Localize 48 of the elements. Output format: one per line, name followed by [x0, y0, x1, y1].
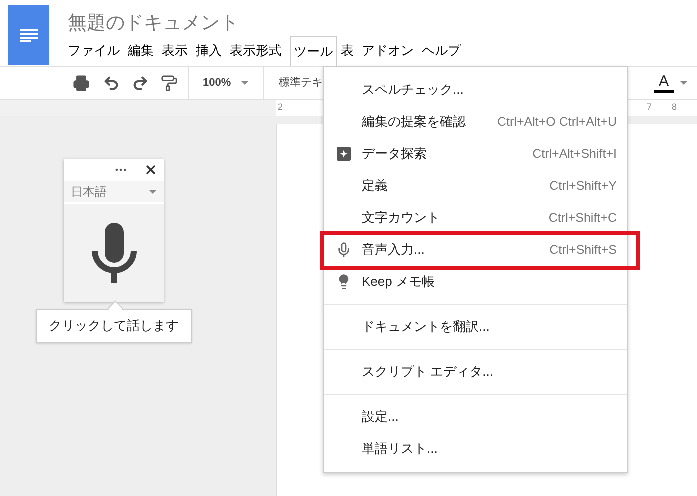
menu-bar-item[interactable]: アドオン	[362, 36, 414, 66]
zoom-dropdown[interactable]: 100%	[203, 74, 250, 92]
menu-lines-icon	[20, 28, 38, 42]
menu-item[interactable]: データ探索 Ctrl+Alt+Shift+I	[324, 138, 627, 170]
caret-icon	[680, 81, 688, 85]
menu-item[interactable]: スクリプト エディタ...	[324, 356, 627, 388]
menu-item[interactable]: 設定...	[324, 401, 627, 433]
close-icon[interactable]	[144, 163, 158, 177]
menu-item[interactable]: 文字カウント Ctrl+Shift+C	[324, 202, 627, 234]
menu-bar-item[interactable]: 表示形式	[230, 36, 282, 66]
shortcut-label: Ctrl+Alt+O Ctrl+Alt+U	[498, 114, 617, 131]
menu-item[interactable]: 定義 Ctrl+Shift+Y	[324, 170, 627, 202]
shortcut-label: Ctrl+Alt+Shift+I	[532, 146, 617, 163]
style-dropdown[interactable]: 標準テキ	[279, 74, 324, 92]
menu-bar-item[interactable]: 挿入	[196, 36, 222, 66]
docs-logo[interactable]	[8, 5, 49, 65]
menu-bar-item[interactable]: 表	[341, 36, 354, 66]
microphone-icon	[336, 242, 352, 258]
menu-item[interactable]: 単語リスト...	[324, 433, 627, 465]
menu-item[interactable]: 音声入力... Ctrl+Shift+S	[324, 234, 627, 266]
shortcut-label: Ctrl+Shift+S	[550, 242, 617, 259]
caret-icon	[241, 81, 250, 85]
caret-icon	[149, 190, 157, 194]
sparkle-square-icon	[337, 147, 351, 161]
menu-bar-item[interactable]: 表示	[162, 36, 188, 66]
ruler-number: 2	[278, 101, 284, 114]
menu-bar-item[interactable]: 編集	[128, 36, 154, 66]
menu-item[interactable]: Keep メモ帳	[324, 266, 627, 298]
shortcut-label: Ctrl+Shift+C	[548, 210, 617, 227]
undo-icon[interactable]	[103, 74, 120, 92]
tooltip: クリックして話します	[36, 309, 192, 343]
menu-item[interactable]: スペルチェック...	[324, 74, 627, 106]
text-color-button[interactable]: A	[654, 74, 688, 92]
language-dropdown[interactable]: 日本語	[64, 181, 164, 202]
ruler-number: 8	[672, 101, 677, 114]
menu-bar-item[interactable]: ファイル	[68, 36, 120, 66]
redo-icon[interactable]	[132, 74, 149, 92]
ruler-number: 7	[646, 101, 652, 114]
print-icon[interactable]	[73, 74, 90, 92]
shortcut-label: Ctrl+Shift+Y	[550, 178, 617, 195]
menu-item[interactable]: 編集の提案を確認 Ctrl+Alt+O Ctrl+Alt+U	[324, 106, 627, 138]
menu-bar-item[interactable]: ツール	[290, 36, 337, 66]
menu-bar-item[interactable]: ヘルプ	[422, 36, 461, 66]
microphone-icon	[92, 223, 136, 283]
paint-format-icon[interactable]	[161, 74, 178, 92]
microphone-button[interactable]	[64, 204, 164, 302]
menu-item[interactable]: ドキュメントを翻訳...	[324, 311, 627, 343]
document-title[interactable]: 無題のドキュメント	[68, 10, 469, 36]
